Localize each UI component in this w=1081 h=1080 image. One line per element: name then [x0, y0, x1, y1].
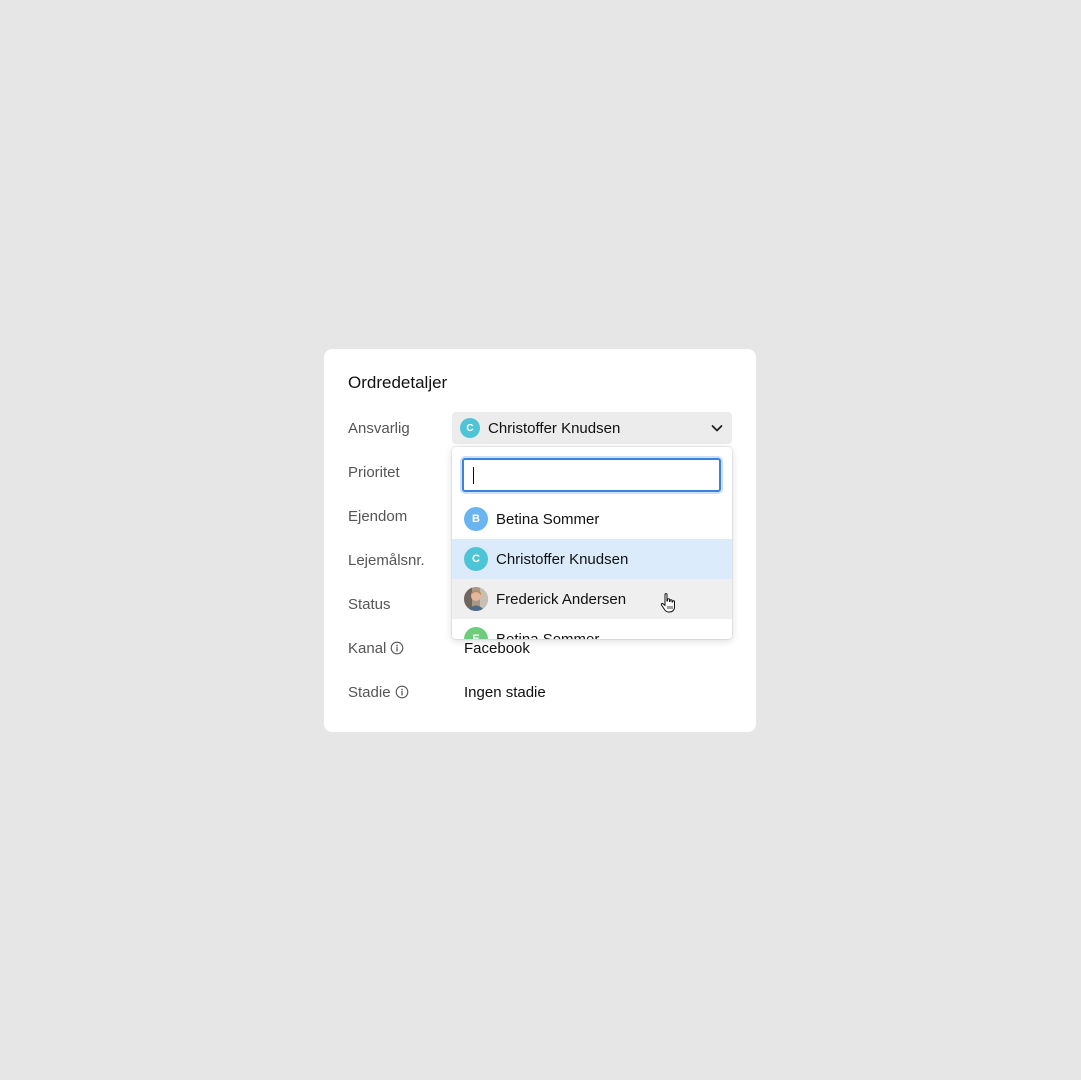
text-caret [473, 467, 474, 484]
user-photo-avatar [464, 587, 488, 611]
info-icon[interactable] [395, 685, 409, 699]
assignee-select[interactable]: C Christoffer Knudsen [452, 412, 732, 444]
assignee-select-value: Christoffer Knudsen [488, 419, 621, 437]
field-label-stadie: Stadie [348, 684, 452, 701]
option-avatar: B [464, 507, 488, 531]
assignee-search-input[interactable] [462, 458, 721, 492]
assignee-option[interactable]: E Betina Sommer [452, 619, 732, 639]
option-avatar: C [464, 547, 488, 571]
option-avatar: E [464, 627, 488, 639]
field-label-status: Status [348, 595, 391, 613]
field-row-stadie: Stadie Ingen stadie [348, 676, 732, 708]
field-label-ansvarlig: Ansvarlig [348, 419, 410, 437]
hand-cursor-icon [660, 593, 675, 613]
option-label: Christoffer Knudsen [496, 550, 629, 568]
assignee-option[interactable]: B Betina Sommer [452, 499, 732, 539]
field-label-stadie-text: Stadie [348, 683, 391, 701]
card-title: Ordredetaljer [348, 373, 448, 392]
field-label-prioritet: Prioritet [348, 463, 400, 481]
field-value-stadie: Ingen stadie [464, 683, 546, 701]
assignee-option-selected[interactable]: C Christoffer Knudsen [452, 539, 732, 579]
option-label: Frederick Andersen [496, 590, 627, 608]
info-icon[interactable] [390, 641, 404, 655]
chevron-down-icon [711, 425, 723, 432]
field-label-ejendom: Ejendom [348, 507, 408, 525]
assignee-dropdown: B Betina Sommer C Christoffer Knudsen Fr… [452, 447, 732, 639]
assignee-avatar: C [460, 418, 480, 438]
field-label-lejemaalsnr: Lejemålsnr. [348, 551, 425, 569]
field-label-kanal: Kanal [348, 640, 452, 657]
field-value-kanal: Facebook [464, 639, 530, 657]
assignee-option-hovered[interactable]: Frederick Andersen [452, 579, 732, 619]
option-label: Betina Sommer [496, 630, 600, 640]
option-label: Betina Sommer [496, 510, 600, 528]
field-label-kanal-text: Kanal [348, 639, 387, 657]
